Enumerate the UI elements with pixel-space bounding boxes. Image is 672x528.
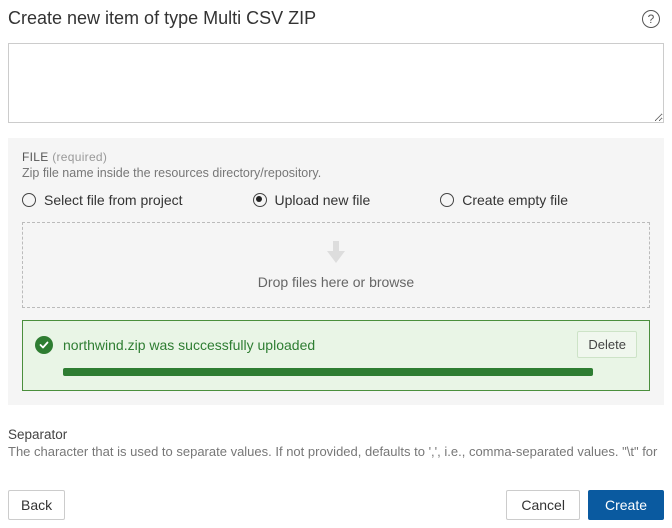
file-section: FILE (required) Zip file name inside the… [8, 138, 664, 405]
radio-create-empty-file[interactable]: Create empty file [440, 192, 568, 208]
file-help-text: Zip file name inside the resources direc… [22, 166, 650, 180]
radio-icon [440, 193, 454, 207]
description-textarea[interactable] [8, 43, 664, 123]
file-required-tag: (required) [52, 150, 107, 164]
radio-label: Create empty file [462, 192, 568, 208]
back-button[interactable]: Back [8, 490, 65, 520]
upload-success-message: northwind.zip was successfully uploaded [63, 337, 567, 353]
separator-title: Separator [8, 427, 664, 442]
radio-label: Select file from project [44, 192, 183, 208]
dialog-title: Create new item of type Multi CSV ZIP [8, 8, 316, 29]
upload-progress-bar [63, 368, 593, 376]
separator-section: Separator The character that is used to … [8, 427, 664, 461]
cancel-button[interactable]: Cancel [506, 490, 580, 520]
radio-select-from-project[interactable]: Select file from project [22, 192, 183, 208]
drop-zone-text: Drop files here or browse [258, 274, 414, 290]
radio-label: Upload new file [275, 192, 371, 208]
help-icon[interactable]: ? [642, 10, 660, 28]
file-drop-zone[interactable]: Drop files here or browse [22, 222, 650, 308]
delete-upload-button[interactable]: Delete [577, 331, 637, 358]
create-button[interactable]: Create [588, 490, 664, 520]
radio-icon [22, 193, 36, 207]
download-arrow-icon [327, 241, 345, 266]
file-label: FILE [22, 150, 49, 164]
upload-success-panel: northwind.zip was successfully uploaded … [22, 320, 650, 391]
check-circle-icon [35, 336, 53, 354]
radio-upload-new-file[interactable]: Upload new file [253, 192, 371, 208]
radio-icon [253, 193, 267, 207]
separator-description: The character that is used to separate v… [8, 444, 664, 461]
